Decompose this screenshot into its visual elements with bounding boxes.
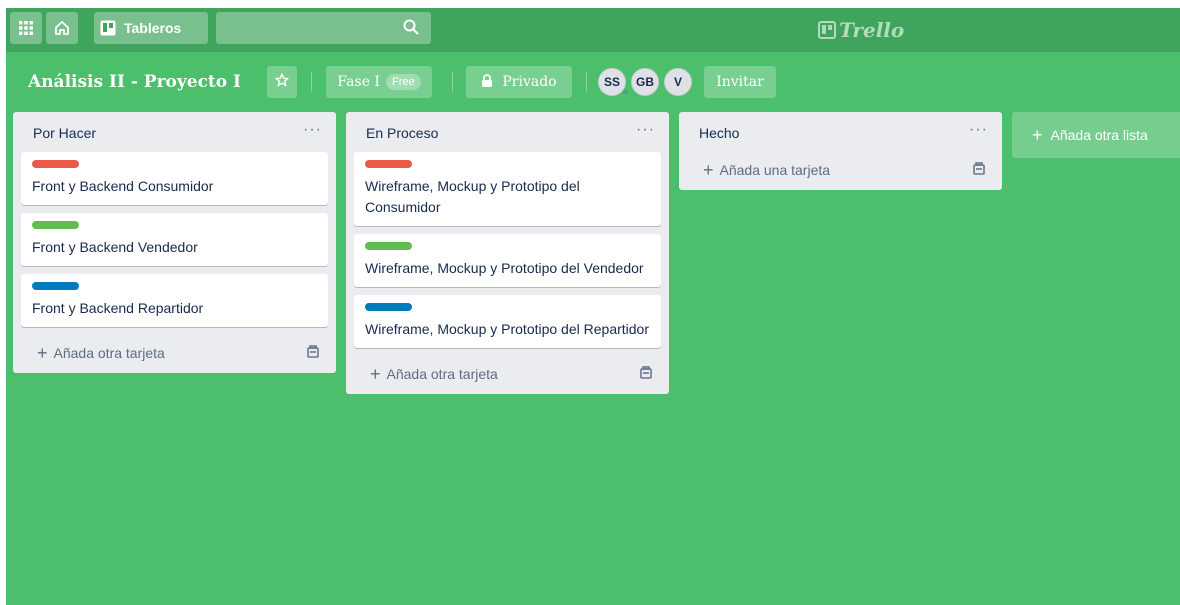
apps-grid-icon — [19, 21, 33, 35]
search-box[interactable] — [216, 12, 431, 44]
list-por-hacer: Por Hacer ··· Front y Backend Consumidor… — [13, 112, 336, 373]
visibility-label: Privado — [502, 74, 557, 90]
card[interactable]: Front y Backend Vendedor — [21, 213, 328, 266]
card-template-icon[interactable] — [306, 345, 320, 362]
divider — [586, 72, 587, 92]
home-icon — [54, 20, 70, 36]
trello-logo-icon — [818, 21, 836, 39]
lock-icon — [481, 73, 493, 91]
card-title: Wireframe, Mockup y Prototipo del Repart… — [365, 321, 649, 337]
star-icon — [275, 73, 289, 91]
add-card-label: Añada una tarjeta — [719, 162, 831, 178]
top-header: Tableros Trello — [6, 8, 1180, 52]
add-card-button[interactable]: + Añada otra tarjeta — [21, 335, 328, 373]
card[interactable]: Front y Backend Consumidor — [21, 152, 328, 205]
list-header: Hecho ··· — [679, 112, 1002, 152]
add-card-label: Añada otra tarjeta — [53, 345, 165, 361]
visibility-button[interactable]: Privado — [466, 66, 572, 98]
list-menu-icon[interactable]: ··· — [636, 121, 655, 139]
team-button[interactable]: Fase I Free — [326, 66, 432, 98]
card-title: Wireframe, Mockup y Prototipo del Vended… — [365, 260, 644, 276]
list-title[interactable]: En Proceso — [366, 125, 438, 141]
card-label-blue[interactable] — [365, 303, 412, 311]
card-label-red[interactable] — [32, 160, 79, 168]
list-menu-icon[interactable]: ··· — [303, 121, 322, 139]
card-title: Wireframe, Mockup y Prototipo del Consum… — [365, 178, 580, 215]
boards-label: Tableros — [124, 20, 182, 36]
board-canvas: Tableros Trello Análisis II - Proyecto I — [6, 8, 1180, 605]
plus-icon: + — [1032, 125, 1043, 145]
apps-button[interactable] — [10, 12, 42, 44]
member-avatar[interactable]: SS — [598, 68, 626, 96]
card[interactable]: Wireframe, Mockup y Prototipo del Consum… — [354, 152, 661, 226]
plus-icon: + — [703, 160, 714, 180]
board-title[interactable]: Análisis II - Proyecto I — [20, 66, 249, 98]
plus-icon: + — [37, 343, 48, 363]
trello-logo[interactable]: Trello — [818, 18, 904, 42]
add-card-label: Añada otra tarjeta — [386, 366, 498, 382]
boards-icon — [100, 20, 116, 36]
search-input[interactable] — [216, 12, 396, 44]
team-badge: Free — [385, 74, 421, 90]
list-en-proceso: En Proceso ··· Wireframe, Mockup y Proto… — [346, 112, 669, 394]
list-menu-icon[interactable]: ··· — [969, 121, 988, 139]
card-label-green[interactable] — [365, 242, 412, 250]
home-button[interactable] — [46, 12, 78, 44]
add-list-button[interactable]: + Añada otra lista — [1012, 112, 1180, 158]
invite-button[interactable]: Invitar — [704, 66, 776, 98]
boards-button[interactable]: Tableros — [94, 12, 208, 44]
card[interactable]: Wireframe, Mockup y Prototipo del Vended… — [354, 234, 661, 287]
member-avatar[interactable]: V — [664, 68, 692, 96]
list-title[interactable]: Hecho — [699, 125, 739, 141]
card-label-green[interactable] — [32, 221, 79, 229]
card-label-red[interactable] — [365, 160, 412, 168]
divider — [311, 72, 312, 92]
card[interactable]: Wireframe, Mockup y Prototipo del Repart… — [354, 295, 661, 348]
card-title: Front y Backend Vendedor — [32, 239, 198, 255]
add-card-button[interactable]: + Añada una tarjeta — [687, 152, 994, 190]
card-template-icon[interactable] — [639, 366, 653, 383]
logo-text: Trello — [839, 18, 905, 42]
card-label-blue[interactable] — [32, 282, 79, 290]
admin-chevron-icon: ≈ — [623, 87, 628, 97]
search-icon[interactable] — [403, 19, 419, 38]
card-template-icon[interactable] — [972, 162, 986, 179]
card-title: Front y Backend Consumidor — [32, 178, 214, 194]
list-header: Por Hacer ··· — [13, 112, 336, 152]
list-header: En Proceso ··· — [346, 112, 669, 152]
team-name: Fase I — [337, 74, 380, 90]
plus-icon: + — [370, 364, 381, 384]
star-button[interactable] — [267, 66, 297, 98]
add-card-button[interactable]: + Añada otra tarjeta — [354, 356, 661, 394]
add-list-label: Añada otra lista — [1050, 127, 1148, 143]
card[interactable]: Front y Backend Repartidor — [21, 274, 328, 327]
list-hecho: Hecho ··· + Añada una tarjeta — [679, 112, 1002, 190]
card-title: Front y Backend Repartidor — [32, 300, 204, 316]
divider — [452, 72, 453, 92]
list-title[interactable]: Por Hacer — [33, 125, 96, 141]
member-avatar[interactable]: GB — [631, 68, 659, 96]
